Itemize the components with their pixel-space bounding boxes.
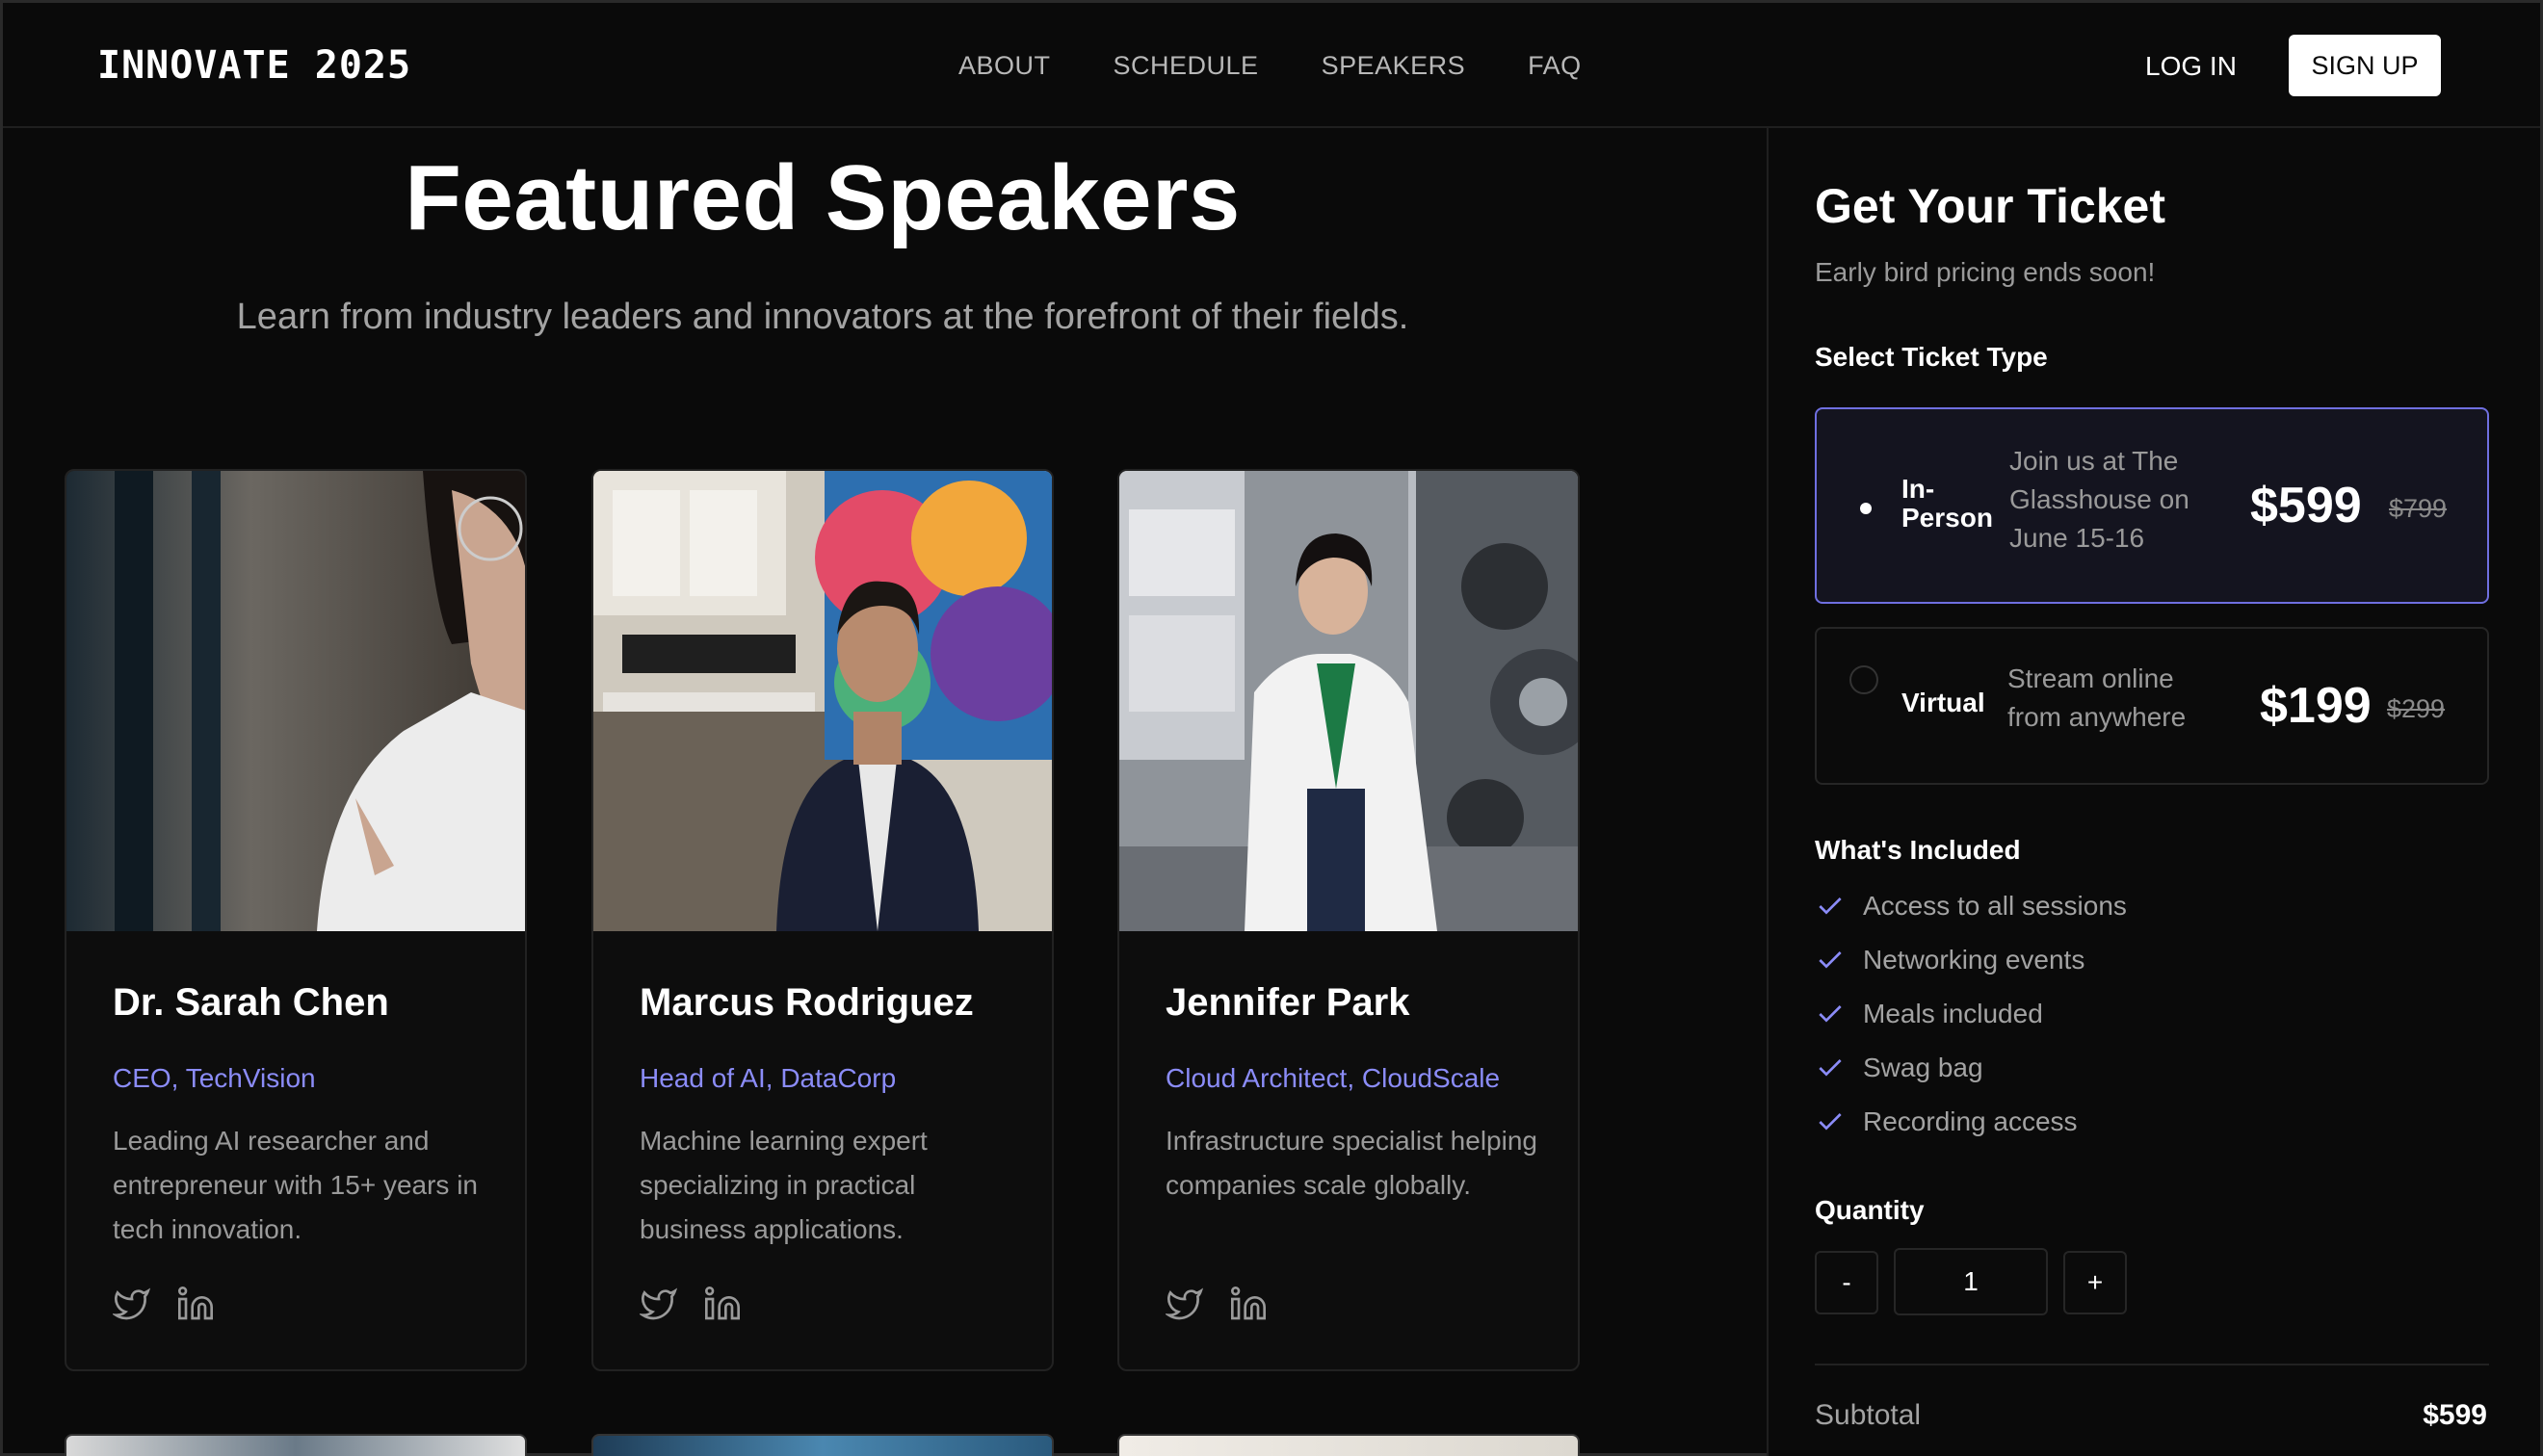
quantity-decrease-button[interactable]: - xyxy=(1815,1251,1878,1314)
nav-link-speakers[interactable]: SPEAKERS xyxy=(1322,51,1466,81)
speaker-name: Marcus Rodriguez xyxy=(640,981,974,1024)
ticket-option-name: Virtual xyxy=(1901,688,1985,717)
speaker-name: Jennifer Park xyxy=(1166,981,1410,1024)
whats-included-label: What's Included xyxy=(1815,835,2021,865)
included-item-label: Swag bag xyxy=(1863,1053,1983,1082)
speaker-photo xyxy=(66,471,525,931)
speaker-name: Dr. Sarah Chen xyxy=(113,981,389,1024)
speaker-role: CEO, TechVision xyxy=(113,1063,316,1093)
ticket-option-price: $599 xyxy=(2250,478,2362,533)
main-nav: ABOUT SCHEDULE SPEAKERS FAQ xyxy=(958,51,1644,81)
speaker-bio: Machine learning expert specializing in … xyxy=(640,1126,928,1244)
top-navigation-bar: INNOVATE 2025 ABOUT SCHEDULE SPEAKERS FA… xyxy=(3,3,2540,128)
quantity-label: Quantity xyxy=(1815,1195,1925,1225)
included-item-label: Recording access xyxy=(1863,1106,2078,1136)
speaker-card-peek xyxy=(591,1434,1054,1456)
ticket-panel: Get Your Ticket Early bird pricing ends … xyxy=(1767,128,2540,1456)
login-link[interactable]: LOG IN xyxy=(2145,51,2237,82)
speaker-role: Cloud Architect, CloudScale xyxy=(1166,1063,1501,1093)
divider xyxy=(1815,1364,2489,1365)
included-item: Access to all sessions xyxy=(1815,891,2127,922)
check-icon xyxy=(1819,897,1842,915)
radio-selected-icon[interactable] xyxy=(1849,492,1878,521)
included-item: Meals included xyxy=(1815,999,2043,1029)
subtotal-label: Subtotal xyxy=(1815,1399,1922,1431)
check-icon xyxy=(1819,1005,1842,1023)
speaker-bio: Leading AI researcher and entrepreneur w… xyxy=(113,1126,478,1244)
social-links xyxy=(111,1285,215,1323)
check-icon xyxy=(1819,951,1842,969)
speaker-role: Head of AI, DataCorp xyxy=(640,1063,897,1093)
included-item: Networking events xyxy=(1815,945,2084,975)
social-links xyxy=(638,1285,742,1323)
speaker-card-peek xyxy=(1117,1434,1580,1456)
speaker-card-peek xyxy=(65,1434,527,1456)
ticket-option-in-person[interactable]: In-Person Join us at The Glasshouse on J… xyxy=(1815,407,2489,604)
twitter-icon[interactable] xyxy=(1164,1285,1204,1323)
speaker-card: Dr. Sarah Chen CEO, TechVision Leading A… xyxy=(65,469,527,1371)
speaker-photo xyxy=(593,471,1052,931)
speaker-card: Jennifer Park Cloud Architect, CloudScal… xyxy=(1117,469,1580,1371)
signup-button[interactable]: SIGN UP xyxy=(2289,35,2441,96)
included-item-label: Meals included xyxy=(1863,999,2043,1028)
check-icon xyxy=(1819,1113,1842,1131)
check-icon xyxy=(1819,1059,1842,1077)
radio-unselected-icon[interactable] xyxy=(1849,665,1878,694)
quantity-input[interactable] xyxy=(1894,1248,2048,1315)
speaker-card: Marcus Rodriguez Head of AI, DataCorp Ma… xyxy=(591,469,1054,1371)
ticket-option-price: $199 xyxy=(2260,678,2372,734)
linkedin-icon[interactable] xyxy=(1229,1285,1268,1323)
ticket-type-label: Select Ticket Type xyxy=(1815,342,2048,372)
quantity-increase-button[interactable]: + xyxy=(2063,1251,2127,1314)
nav-link-schedule[interactable]: SCHEDULE xyxy=(1114,51,1259,81)
speaker-photo xyxy=(1119,471,1578,931)
ticket-option-description: Join us at The Glasshouse on June 15-16 xyxy=(2009,446,2189,553)
social-links xyxy=(1164,1285,1268,1323)
ticket-subtitle: Early bird pricing ends soon! xyxy=(1815,257,2156,287)
included-item: Recording access xyxy=(1815,1106,2078,1137)
included-item-label: Access to all sessions xyxy=(1863,891,2127,921)
ticket-title: Get Your Ticket xyxy=(1815,179,2166,233)
linkedin-icon[interactable] xyxy=(703,1285,742,1323)
ticket-option-original-price: $299 xyxy=(2387,694,2446,723)
ticket-option-name: In-Person xyxy=(1901,474,1993,533)
ticket-option-description: Stream online from anywhere xyxy=(2007,663,2187,732)
page-title: Featured Speakers xyxy=(405,146,1241,249)
twitter-icon[interactable] xyxy=(111,1285,151,1323)
twitter-icon[interactable] xyxy=(638,1285,678,1323)
page-subtitle: Learn from industry leaders and innovato… xyxy=(236,297,1409,337)
logo[interactable]: INNOVATE 2025 xyxy=(97,43,411,88)
ticket-option-virtual[interactable]: Virtual Stream online from anywhere $199… xyxy=(1815,627,2489,785)
included-item-label: Networking events xyxy=(1863,945,2085,975)
ticket-option-original-price: $799 xyxy=(2389,494,2448,523)
subtotal-value: $599 xyxy=(2423,1399,2487,1431)
speaker-bio: Infrastructure specialist helping compan… xyxy=(1166,1126,1537,1200)
nav-link-about[interactable]: ABOUT xyxy=(958,51,1051,81)
linkedin-icon[interactable] xyxy=(176,1285,215,1323)
nav-link-faq[interactable]: FAQ xyxy=(1528,51,1582,81)
included-item: Swag bag xyxy=(1815,1053,1983,1083)
